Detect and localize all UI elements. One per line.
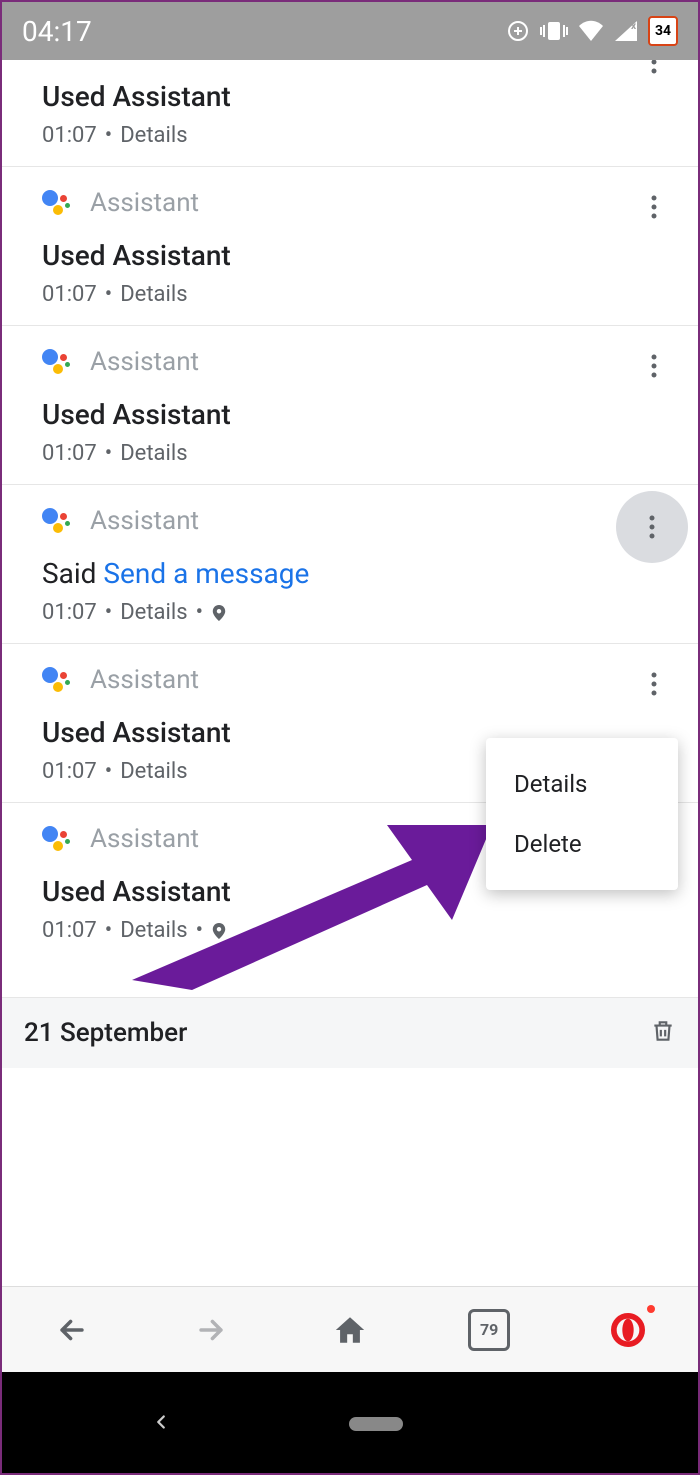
more-options-button[interactable]	[632, 662, 676, 706]
data-saver-icon	[506, 19, 530, 43]
item-title: Used Assistant	[42, 239, 676, 272]
details-link[interactable]: Details	[120, 282, 187, 307]
details-link[interactable]: Details	[120, 123, 187, 148]
home-button[interactable]	[325, 1305, 375, 1355]
tabs-button[interactable]: 79	[464, 1305, 514, 1355]
activity-item[interactable]: Assistant Used Assistant 01:07• Details	[2, 60, 698, 167]
item-meta: 01:07• Details •	[42, 600, 676, 625]
more-options-button[interactable]	[632, 344, 676, 388]
back-button[interactable]	[47, 1305, 97, 1355]
system-navbar	[2, 1372, 698, 1475]
calendar-badge-icon: 34	[648, 16, 678, 46]
vibrate-icon	[540, 20, 568, 42]
wifi-icon	[578, 20, 604, 42]
notification-dot-icon	[647, 1305, 655, 1313]
details-link[interactable]: Details	[120, 600, 187, 625]
item-meta: 01:07• Details	[42, 441, 676, 466]
item-said: Said Send a message	[42, 557, 676, 590]
signal-icon: x	[614, 20, 638, 42]
item-title: Used Assistant	[42, 80, 676, 113]
assistant-icon	[42, 188, 72, 218]
menu-delete[interactable]: Delete	[486, 814, 678, 874]
browser-toolbar: 79	[2, 1286, 698, 1372]
activity-item[interactable]: Assistant Used Assistant 01:07• Details	[2, 326, 698, 485]
delete-day-button[interactable]	[650, 1016, 676, 1050]
date-label: 21 September	[24, 1018, 187, 1048]
voice-query-link[interactable]: Send a message	[103, 557, 309, 590]
forward-button[interactable]	[186, 1305, 236, 1355]
more-options-button[interactable]	[632, 185, 676, 229]
item-title: Used Assistant	[42, 398, 676, 431]
details-link[interactable]: Details	[120, 441, 187, 466]
system-home-pill[interactable]	[349, 1417, 403, 1431]
item-meta: 01:07• Details	[42, 123, 676, 148]
app-label: Assistant	[90, 665, 199, 695]
device-frame: 04:17 x 34 Assistant Used Assistant 01:0…	[0, 0, 700, 1475]
annotation-arrow	[132, 780, 492, 990]
assistant-icon	[42, 506, 72, 536]
location-pin-icon	[211, 605, 227, 621]
date-section: 21 September	[2, 997, 698, 1068]
opera-menu-button[interactable]	[603, 1305, 653, 1355]
system-back-button[interactable]	[150, 1411, 172, 1437]
statusbar: 04:17 x 34	[2, 2, 698, 60]
app-label: Assistant	[90, 188, 199, 218]
app-label: Assistant	[90, 347, 199, 377]
clock: 04:17	[22, 15, 92, 48]
status-icons: x 34	[506, 16, 678, 46]
tab-count: 79	[468, 1309, 510, 1351]
menu-details[interactable]: Details	[486, 754, 678, 814]
activity-item[interactable]: Assistant Said Send a message 01:07• Det…	[2, 485, 698, 644]
assistant-icon	[42, 665, 72, 695]
more-options-button-active[interactable]	[616, 491, 688, 563]
activity-item[interactable]: Assistant Used Assistant 01:07• Details	[2, 167, 698, 326]
activity-list[interactable]: Assistant Used Assistant 01:07• Details …	[2, 60, 698, 1286]
item-meta: 01:07• Details	[42, 282, 676, 307]
assistant-icon	[42, 824, 72, 854]
context-menu: Details Delete	[486, 738, 678, 890]
assistant-icon	[42, 347, 72, 377]
app-label: Assistant	[90, 506, 199, 536]
